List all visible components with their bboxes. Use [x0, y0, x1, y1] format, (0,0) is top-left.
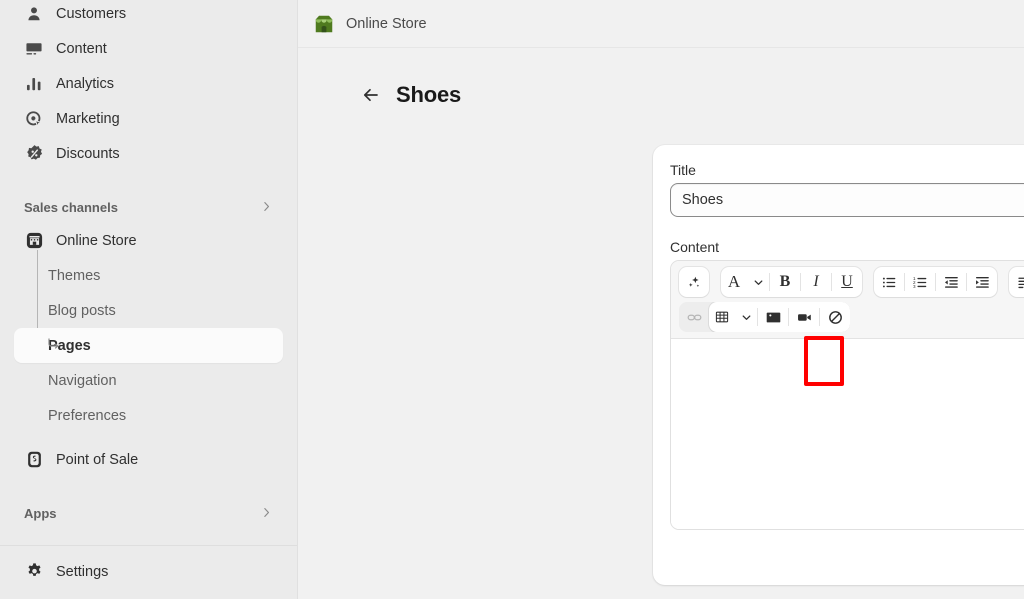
toolbar-row-2 [679, 302, 1024, 332]
toolbar-group-align-color: A [1009, 267, 1024, 297]
sidebar-item-label: Marketing [56, 110, 120, 127]
title-input[interactable] [670, 183, 1024, 217]
sidebar-item-content[interactable]: Content [14, 31, 283, 66]
ai-magic-icon[interactable] [679, 267, 709, 297]
sidebar-item-marketing[interactable]: Marketing [14, 101, 283, 136]
toolbar-group-ai [679, 267, 709, 297]
sidebar-section-apps[interactable]: Apps [14, 497, 283, 529]
page-header: Shoes [298, 48, 1024, 108]
top-bar: Online Store [298, 0, 1024, 48]
svg-text:3: 3 [913, 283, 916, 288]
bar-chart-icon [24, 74, 44, 94]
outdent-icon[interactable] [936, 267, 966, 297]
bulleted-list-icon[interactable] [874, 267, 904, 297]
editor-toolbar: A B I U 1 2 3 [671, 261, 1024, 339]
italic-icon[interactable]: I [801, 267, 831, 297]
sidebar-item-discounts[interactable]: Discounts [14, 136, 283, 171]
title-field-label: Title [670, 162, 696, 178]
table-icon[interactable] [709, 302, 735, 332]
sidebar: Customers Content Analytics Marketing Di… [0, 0, 298, 599]
toolbar-group-media [709, 302, 850, 332]
insert-image-icon[interactable] [758, 302, 788, 332]
sidebar-item-online-store[interactable]: Online Store [14, 223, 283, 258]
numbered-list-icon[interactable]: 1 2 3 [905, 267, 935, 297]
sidebar-item-label: Point of Sale [56, 451, 139, 468]
content-field-label: Content [670, 239, 720, 255]
section-label: Apps [24, 505, 57, 521]
gear-icon [24, 562, 44, 582]
sidebar-item-blog-posts[interactable]: Blog posts [14, 293, 283, 328]
sidebar-item-analytics[interactable]: Analytics [14, 66, 283, 101]
store-name-label: Online Store [346, 15, 427, 32]
toolbar-group-insert [679, 302, 850, 332]
toolbar-group-lists: 1 2 3 [874, 267, 997, 297]
discount-badge-icon [24, 144, 44, 164]
content-image-icon [24, 39, 44, 59]
sidebar-item-label: Blog posts [48, 302, 116, 319]
font-style-chevron-icon[interactable] [747, 267, 769, 297]
clear-formatting-icon[interactable] [820, 302, 850, 332]
target-cursor-icon [24, 109, 44, 129]
sidebar-item-label: Themes [48, 267, 101, 284]
sidebar-item-settings[interactable]: Settings [14, 554, 283, 589]
table-chevron-icon[interactable] [735, 302, 757, 332]
page-title: Shoes [396, 82, 462, 107]
sidebar-item-label: Online Store [56, 232, 137, 249]
pos-bag-icon [24, 450, 44, 470]
indent-icon[interactable] [967, 267, 997, 297]
green-storefront-logo [312, 12, 336, 36]
section-label: Sales channels [24, 199, 118, 215]
sidebar-item-label: Navigation [48, 372, 117, 389]
sidebar-item-themes[interactable]: Themes [14, 258, 283, 293]
sidebar-item-preferences[interactable]: Preferences [14, 398, 283, 433]
sidebar-section-sales-channels[interactable]: Sales channels [14, 191, 283, 223]
person-icon [24, 4, 44, 24]
arrow-left-icon[interactable] [360, 84, 382, 106]
sidebar-item-label: Discounts [56, 145, 120, 162]
page-edit-card: Title Content [653, 145, 1024, 585]
sidebar-item-customers[interactable]: Customers [14, 0, 283, 31]
app-root: Customers Content Analytics Marketing Di… [0, 0, 1024, 599]
sidebar-item-label: Content [56, 40, 107, 57]
sidebar-footer: Settings [0, 545, 297, 599]
sidebar-item-label: Customers [56, 5, 127, 22]
align-left-icon[interactable] [1009, 267, 1024, 297]
rich-text-editor: A B I U 1 2 3 [670, 260, 1024, 530]
insert-video-icon[interactable] [789, 302, 819, 332]
editor-content-area[interactable] [671, 339, 1024, 529]
sidebar-item-point-of-sale[interactable]: Point of Sale [14, 442, 283, 477]
chevron-right-icon[interactable] [260, 200, 273, 215]
tree-arrow-icon [48, 337, 60, 354]
sidebar-item-navigation[interactable]: Navigation [14, 363, 283, 398]
font-style-icon[interactable]: A [721, 267, 747, 297]
sidebar-item-label: Preferences [48, 407, 127, 424]
sidebar-item-pages[interactable]: Pages [14, 328, 283, 363]
storefront-icon [24, 231, 44, 251]
chevron-right-icon[interactable] [260, 506, 273, 521]
bold-icon[interactable]: B [770, 267, 800, 297]
underline-icon[interactable]: U [832, 267, 862, 297]
sidebar-item-label: Analytics [56, 75, 115, 92]
toolbar-group-text-format: A B I U [721, 267, 862, 297]
toolbar-row-1: A B I U 1 2 3 [679, 267, 1024, 297]
sidebar-item-label: Settings [56, 563, 109, 580]
link-icon [679, 302, 709, 332]
main-area: Online Store Shoes Title Content [298, 0, 1024, 599]
